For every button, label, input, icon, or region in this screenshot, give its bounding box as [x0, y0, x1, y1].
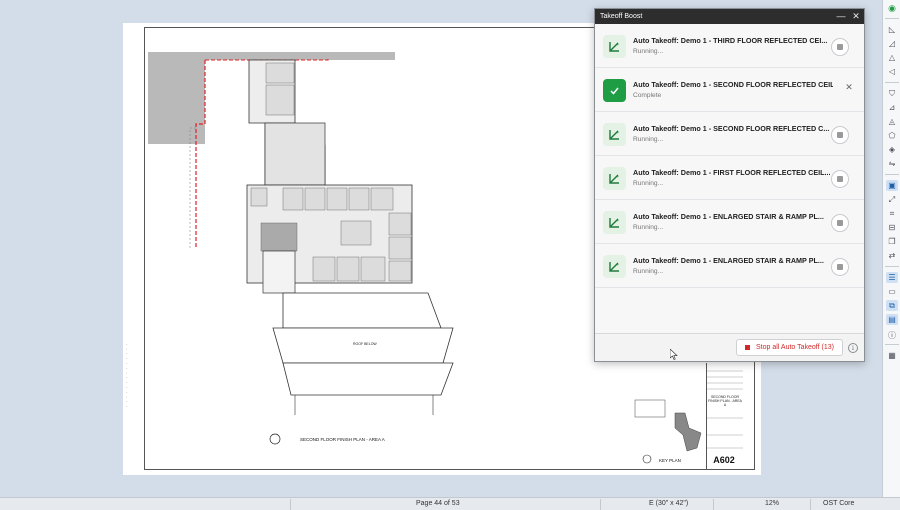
count-tool-icon[interactable]: △ — [886, 52, 898, 63]
list-icon[interactable]: ☰ — [886, 272, 898, 283]
stop-button[interactable] — [831, 126, 849, 144]
zoom-level[interactable]: 12% — [765, 500, 779, 507]
split-icon[interactable]: ⊟ — [886, 222, 898, 233]
info-icon[interactable]: i — [848, 343, 858, 353]
crop-icon[interactable]: ⌗ — [886, 208, 898, 219]
task-title: Auto Takeoff: Demo 1 - SECOND FLOOR REFL… — [633, 124, 830, 133]
mouse-cursor-icon — [670, 349, 678, 360]
status-icon[interactable]: ◉ — [886, 3, 898, 14]
auto-linear-icon[interactable]: ◬ — [886, 116, 898, 127]
page-size: E (30" x 42") — [649, 500, 689, 507]
takeoff-boost-icon[interactable]: ▣ — [886, 180, 898, 191]
angle-tool-icon[interactable]: ◁ — [886, 66, 898, 77]
comment-icon[interactable]: ▭ — [886, 286, 898, 297]
tag-icon[interactable]: ◈ — [886, 144, 898, 155]
svg-text:+: + — [616, 130, 619, 136]
stop-icon — [837, 44, 843, 50]
layers-icon[interactable]: ❐ — [886, 236, 898, 247]
panel-titlebar[interactable]: Takeoff Boost — ✕ — [595, 9, 864, 24]
task-status: Running... — [633, 268, 664, 275]
task-status: Running... — [633, 48, 664, 55]
task-item: + Auto Takeoff: Demo 1 - ENLARGED STAIR … — [595, 244, 864, 288]
stop-icon — [837, 176, 843, 182]
task-status: Running... — [633, 180, 664, 187]
product-name: OST Core — [823, 500, 855, 507]
takeoff-icon: + — [603, 211, 626, 234]
stop-icon — [837, 132, 843, 138]
svg-text:+: + — [616, 262, 619, 268]
panel-footer: Stop all Auto Takeoff (13) i — [595, 333, 864, 361]
stop-button[interactable] — [831, 38, 849, 56]
sheet-title: SECOND FLOOR FINISH PLAN - AREA A — [707, 395, 743, 408]
dismiss-button[interactable]: ✕ — [844, 82, 854, 96]
key-plan-caption: KEY PLAN — [659, 458, 681, 463]
task-item: + Auto Takeoff: Demo 1 - SECOND FLOOR RE… — [595, 112, 864, 156]
sheet-number: A602 — [713, 455, 735, 465]
sheet-left-note: · · · · · · · · · · · · · · — [126, 343, 130, 408]
auto-count-icon[interactable]: ⛉ — [886, 88, 898, 99]
task-item: + Auto Takeoff: Demo 1 - THIRD FLOOR REF… — [595, 24, 864, 68]
panel-title: Takeoff Boost — [600, 13, 643, 20]
task-status: Running... — [633, 136, 664, 143]
plan-caption: SECOND FLOOR FINISH PLAN - AREA A — [300, 437, 385, 442]
stop-button[interactable] — [831, 214, 849, 232]
shape-icon[interactable]: ⬠ — [886, 130, 898, 141]
area-tool-icon[interactable]: ◺ — [886, 24, 898, 35]
page-indicator[interactable]: Page 44 of 53 — [416, 500, 460, 507]
auto-area-icon[interactable]: ⊿ — [886, 102, 898, 113]
takeoff-icon: + — [603, 167, 626, 190]
linear-tool-icon[interactable]: ◿ — [886, 38, 898, 49]
task-status: Running... — [633, 224, 664, 231]
task-title: Auto Takeoff: Demo 1 - THIRD FLOOR REFLE… — [633, 36, 828, 45]
takeoff-icon: + — [603, 123, 626, 146]
svg-text:+: + — [616, 42, 619, 48]
check-icon — [603, 79, 626, 102]
scale-icon[interactable]: ⇋ — [886, 158, 898, 169]
help-icon[interactable]: ⓘ — [886, 330, 898, 341]
stop-icon — [745, 345, 750, 350]
minimize-icon[interactable]: — — [836, 11, 846, 21]
task-title: Auto Takeoff: Demo 1 - FIRST FLOOR REFLE… — [633, 168, 831, 177]
takeoff-icon: + — [603, 35, 626, 58]
svg-text:+: + — [616, 174, 619, 180]
task-item: Auto Takeoff: Demo 1 - SECOND FLOOR REFL… — [595, 68, 864, 112]
roof-label: ROOF BELOW — [353, 342, 377, 346]
title-block: SECOND FLOOR FINISH PLAN - AREA A — [706, 363, 743, 470]
takeoff-boost-panel: Takeoff Boost — ✕ + Auto Takeoff: Demo 1… — [594, 8, 865, 362]
task-item: + Auto Takeoff: Demo 1 - FIRST FLOOR REF… — [595, 156, 864, 200]
task-title: Auto Takeoff: Demo 1 - ENLARGED STAIR & … — [633, 256, 824, 265]
takeoff-icon: + — [603, 255, 626, 278]
close-icon[interactable]: ✕ — [851, 11, 861, 21]
stop-button[interactable] — [831, 258, 849, 276]
expand-icon[interactable]: ⤢ — [886, 194, 898, 205]
right-toolbar: ◉ ◺ ◿ △ ◁ ⛉ ⊿ ◬ ⬠ ◈ ⇋ ▣ ⤢ ⌗ ⊟ ❐ ⇄ ☰ ▭ ⧉ … — [882, 0, 900, 497]
status-bar: Page 44 of 53 E (30" x 42") 12% OST Core — [0, 497, 900, 510]
stop-button[interactable] — [831, 170, 849, 188]
overlay-icon[interactable]: ⧉ — [886, 300, 898, 311]
task-list: + Auto Takeoff: Demo 1 - THIRD FLOOR REF… — [595, 24, 864, 334]
table-icon[interactable]: ▦ — [886, 350, 898, 361]
task-item: + Auto Takeoff: Demo 1 - ENLARGED STAIR … — [595, 200, 864, 244]
task-title: Auto Takeoff: Demo 1 - SECOND FLOOR REFL… — [633, 80, 833, 89]
task-title: Auto Takeoff: Demo 1 - ENLARGED STAIR & … — [633, 212, 824, 221]
svg-text:+: + — [616, 218, 619, 224]
stop-all-button[interactable]: Stop all Auto Takeoff (13) — [736, 339, 843, 356]
document-icon[interactable]: ▤ — [886, 314, 898, 325]
compare-icon[interactable]: ⇄ — [886, 250, 898, 261]
task-status: Complete — [633, 92, 662, 99]
stop-icon — [837, 220, 843, 226]
stop-all-label: Stop all Auto Takeoff (13) — [756, 344, 834, 351]
stop-icon — [837, 264, 843, 270]
